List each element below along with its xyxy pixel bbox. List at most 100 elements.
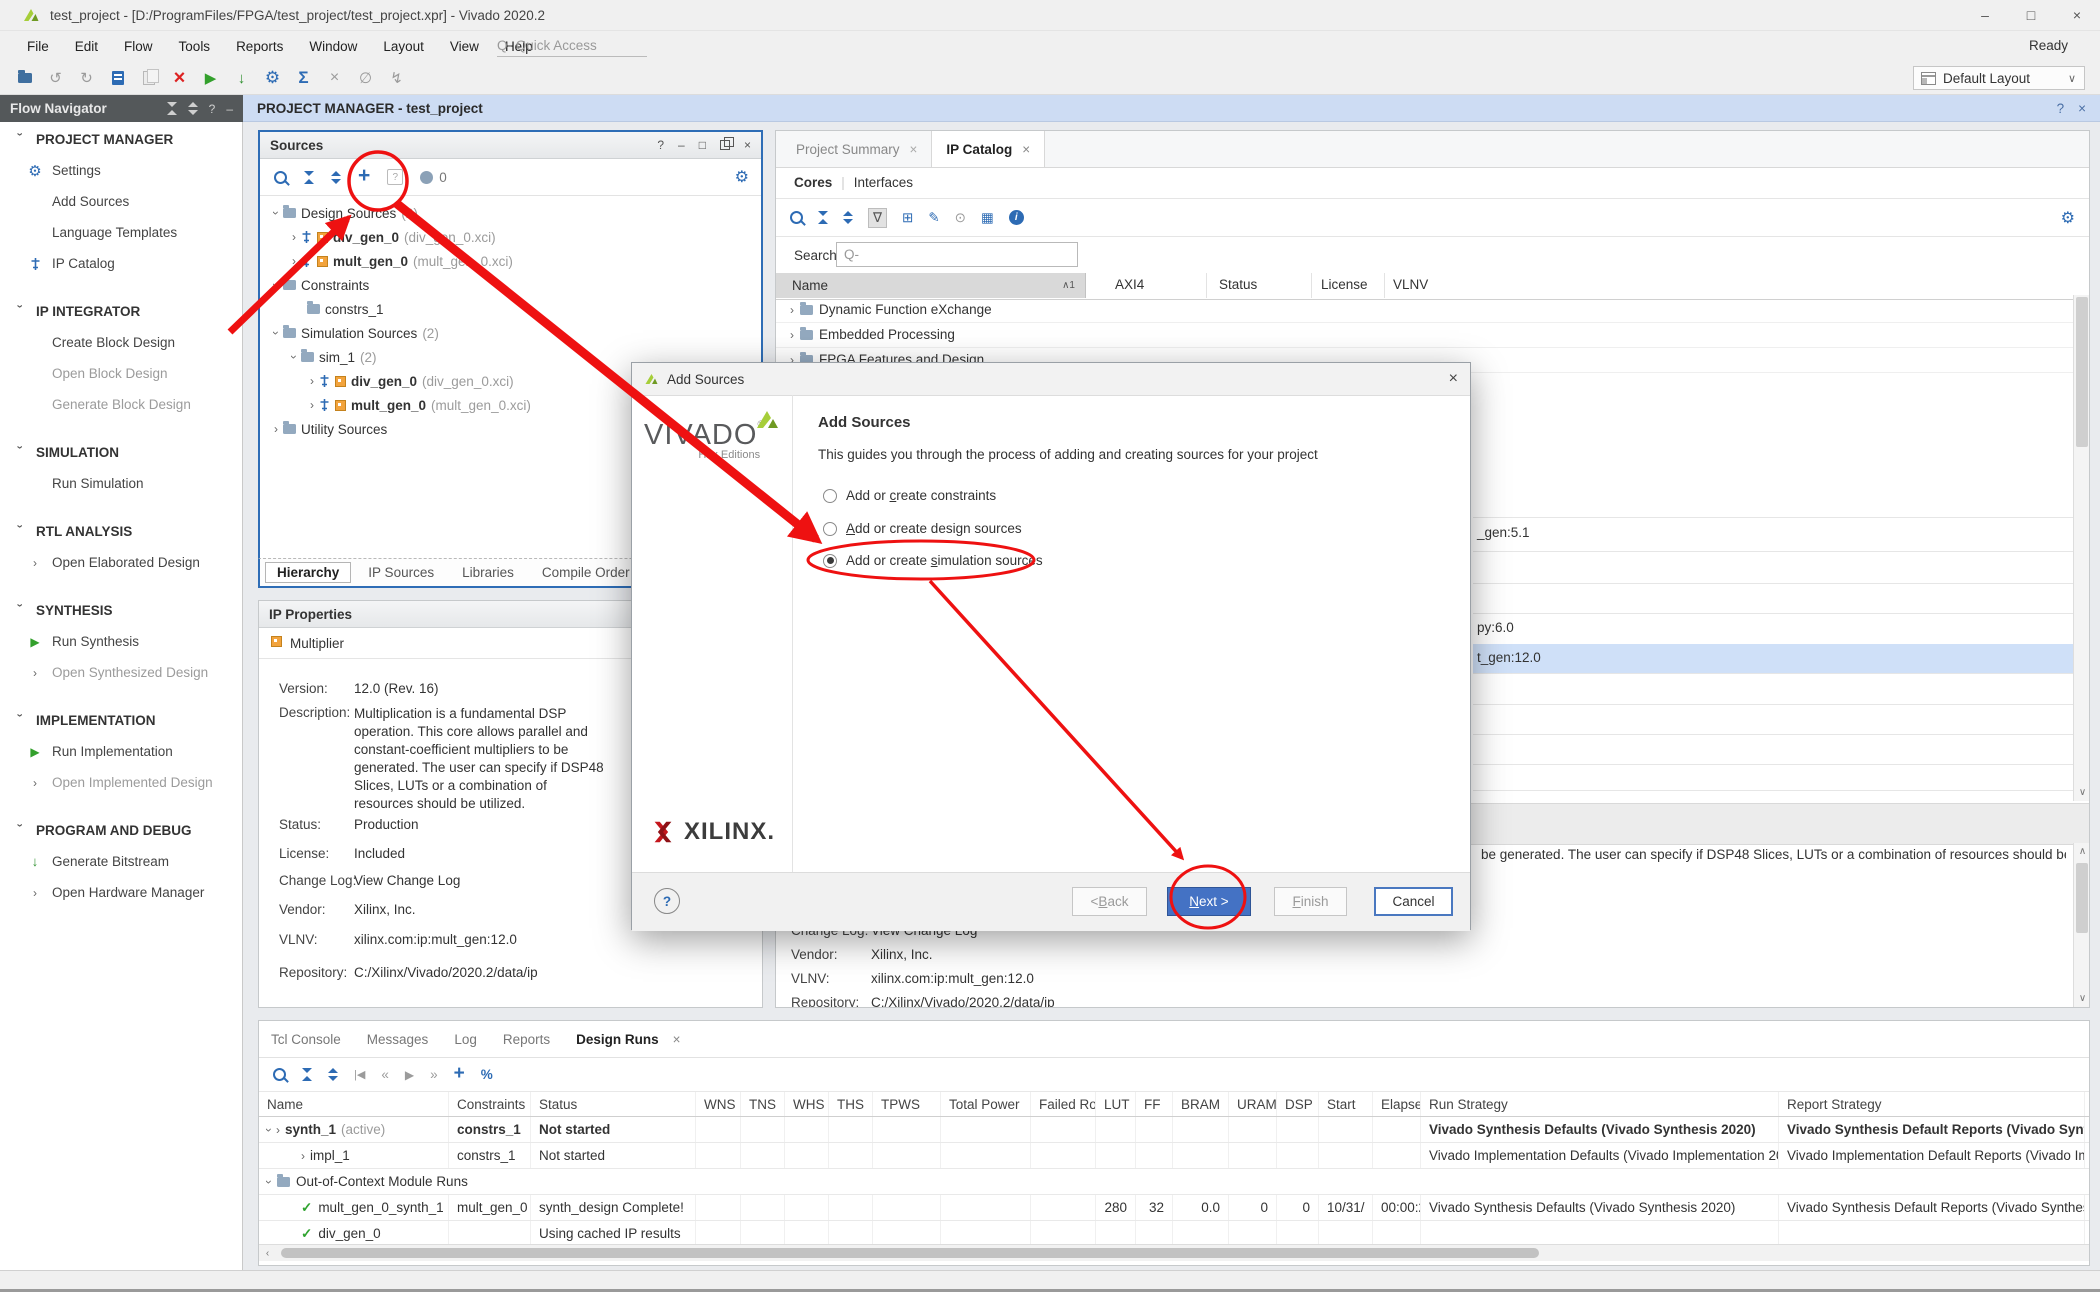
undo-icon[interactable]: ↺ — [43, 66, 68, 90]
vertical-scrollbar[interactable]: ∨ — [2073, 295, 2090, 801]
menu-tools[interactable]: Tools — [166, 39, 224, 54]
gear-icon[interactable]: ⚙ — [2061, 208, 2089, 228]
tab-project-summary[interactable]: Project Summary× — [782, 131, 931, 167]
menu-layout[interactable]: Layout — [370, 39, 437, 54]
tree-item-design-sources[interactable]: ›Design Sources (2) — [260, 201, 761, 225]
catalog-row-dfx[interactable]: ›Dynamic Function eXchange — [776, 297, 2089, 323]
column-axi4[interactable]: AXI4 — [1115, 277, 1144, 292]
section-header[interactable]: ›IP INTEGRATOR — [0, 296, 242, 327]
tab-reports[interactable]: Reports — [503, 1032, 550, 1047]
redo-icon[interactable]: ↻ — [74, 66, 99, 90]
chevron-right-icon[interactable]: › — [274, 423, 278, 435]
section-header[interactable]: ›SIMULATION — [0, 437, 242, 468]
radio-add-design-sources[interactable]: Add or create design sources — [823, 521, 1022, 536]
horizontal-scrollbar[interactable]: ‹ — [259, 1244, 2089, 1261]
next-button[interactable]: Next > — [1167, 887, 1251, 916]
chevron-right-icon[interactable]: › — [292, 231, 296, 243]
column-status[interactable]: Status — [1219, 277, 1257, 292]
sidebar-item-settings[interactable]: ⚙Settings — [0, 155, 242, 186]
window-maximize-icon[interactable]: □ — [2008, 1, 2054, 29]
layout-selector[interactable]: Default Layout ∨ — [1913, 66, 2085, 90]
tab-tcl-console[interactable]: Tcl Console — [271, 1032, 341, 1047]
run-row-impl1[interactable]: ›impl_1 constrs_1Not started Vivado Impl… — [259, 1143, 2089, 1169]
open-project-icon[interactable] — [12, 66, 37, 90]
tab-compile-order[interactable]: Compile Order — [531, 563, 641, 582]
tree-item-simulation-sources[interactable]: ›Simulation Sources (2) — [260, 321, 761, 345]
tab-messages[interactable]: Messages — [367, 1032, 429, 1047]
wrench-icon[interactable]: ✎ — [928, 210, 939, 226]
run-row-synth1[interactable]: ››synth_1 (active) constrs_1Not started … — [259, 1117, 2089, 1143]
selected-row-highlight[interactable] — [1473, 644, 2073, 673]
radio-icon[interactable] — [823, 522, 837, 536]
section-header[interactable]: ›IMPLEMENTATION — [0, 705, 242, 736]
run-row-mult-gen-synth[interactable]: ✓mult_gen_0_synth_1 mult_gen_0synth_desi… — [259, 1195, 2089, 1221]
sidebar-item-open-elaborated-design[interactable]: ›Open Elaborated Design — [0, 547, 242, 578]
section-header[interactable]: ›PROGRAM AND DEBUG — [0, 815, 242, 846]
sidebar-item-create-block-design[interactable]: Create Block Design — [0, 327, 242, 358]
create-run-icon[interactable]: + — [454, 1063, 465, 1085]
search-icon[interactable] — [273, 1068, 286, 1081]
collapse-all-icon[interactable] — [302, 1068, 312, 1081]
delete-icon[interactable]: × — [167, 66, 192, 90]
cancel-button[interactable]: Cancel — [1374, 887, 1453, 916]
menu-edit[interactable]: Edit — [62, 39, 111, 54]
tree-item-mult-gen[interactable]: ›mult_gen_0 (mult_gen_0.xci) — [260, 249, 761, 273]
chevron-down-icon[interactable]: › — [270, 211, 282, 215]
expand-all-icon[interactable] — [331, 171, 341, 184]
sidebar-item-generate-bitstream[interactable]: ↓Generate Bitstream — [0, 846, 242, 877]
menu-flow[interactable]: Flow — [111, 39, 166, 54]
close-icon[interactable]: × — [1449, 370, 1458, 388]
help-icon[interactable]: ? — [2057, 101, 2065, 116]
maximize-icon[interactable]: □ — [699, 138, 706, 152]
generate-bitstream-icon[interactable]: ↓ — [229, 66, 254, 90]
tab-libraries[interactable]: Libraries — [451, 563, 525, 582]
tree-item-constrs1[interactable]: constrs_1 — [260, 297, 761, 321]
chevron-right-icon[interactable]: › — [292, 255, 296, 267]
sidebar-item-run-implementation[interactable]: ▶Run Implementation — [0, 736, 242, 767]
close-icon[interactable]: × — [673, 1032, 681, 1047]
quick-access-input[interactable]: Q- Quick Access — [497, 38, 647, 57]
section-header[interactable]: ›RTL ANALYSIS — [0, 516, 242, 547]
search-input[interactable]: Q- — [836, 242, 1078, 267]
sidebar-item-open-hardware-manager[interactable]: ›Open Hardware Manager — [0, 877, 242, 908]
close-icon[interactable]: × — [910, 142, 918, 157]
save-icon[interactable] — [105, 66, 130, 90]
settings-icon[interactable]: ⚙ — [260, 66, 285, 90]
chevron-right-icon[interactable]: › — [790, 304, 794, 316]
tree-item-div-gen[interactable]: ›div_gen_0 (div_gen_0.xci) — [260, 225, 761, 249]
subtab-cores[interactable]: Cores — [794, 175, 832, 190]
expand-all-icon[interactable] — [843, 211, 853, 224]
chevron-right-icon[interactable]: › — [790, 329, 794, 341]
minimize-icon[interactable]: – — [226, 102, 233, 116]
collapse-all-icon[interactable] — [304, 171, 314, 184]
dialog-titlebar[interactable]: Add Sources × — [632, 363, 1470, 396]
status-link[interactable]: Production — [354, 817, 419, 832]
expand-all-icon[interactable] — [328, 1068, 338, 1081]
column-vlnv[interactable]: VLNV — [1393, 277, 1428, 292]
menu-window[interactable]: Window — [296, 39, 370, 54]
tab-ip-catalog[interactable]: IP Catalog× — [931, 131, 1045, 167]
catalog-row-embedded[interactable]: ›Embedded Processing — [776, 322, 2089, 348]
scroll-left-icon[interactable]: ‹ — [259, 1245, 276, 1262]
window-close-icon[interactable]: × — [2054, 1, 2100, 29]
radio-icon[interactable] — [823, 489, 837, 503]
sidebar-item-add-sources[interactable]: Add Sources — [0, 186, 242, 217]
subtab-interfaces[interactable]: Interfaces — [854, 175, 913, 190]
sidebar-item-run-simulation[interactable]: Run Simulation — [0, 468, 242, 499]
column-name[interactable]: Name∧1 — [776, 273, 1086, 298]
dialog-help-button[interactable]: ? — [654, 888, 680, 914]
column-license[interactable]: License — [1321, 277, 1368, 292]
run-icon[interactable]: ▶ — [198, 66, 223, 90]
scroll-up-icon[interactable]: ∧ — [2074, 843, 2090, 860]
radio-add-simulation-sources[interactable]: Add or create simulation sources — [823, 553, 1043, 568]
tree-item-constraints[interactable]: ›Constraints — [260, 273, 761, 297]
collapse-all-icon[interactable] — [818, 211, 828, 224]
hierarchy-icon[interactable]: ⊞ — [902, 210, 913, 226]
gear-icon[interactable]: ⚙ — [735, 167, 761, 187]
help-icon[interactable]: ? — [657, 138, 664, 152]
tab-ip-sources[interactable]: IP Sources — [357, 563, 445, 582]
scroll-down-icon[interactable]: ∨ — [2074, 990, 2090, 1007]
collapse-all-icon[interactable] — [167, 102, 177, 115]
chevron-right-icon[interactable]: › — [310, 399, 314, 411]
change-log-link[interactable]: View Change Log — [354, 873, 460, 888]
